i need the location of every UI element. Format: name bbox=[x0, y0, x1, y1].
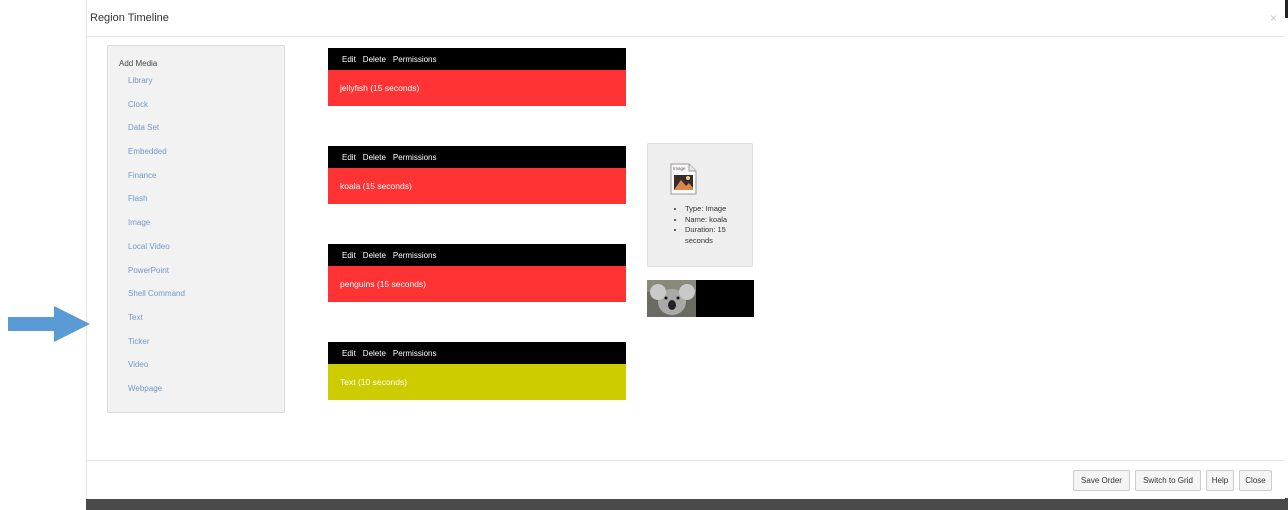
edit-button[interactable]: Edit bbox=[342, 349, 356, 358]
delete-button[interactable]: Delete bbox=[363, 251, 386, 260]
preview-name: Name: koala bbox=[685, 215, 743, 226]
koala-thumbnail bbox=[647, 280, 696, 317]
permissions-button[interactable]: Permissions bbox=[393, 251, 437, 260]
sidebar-item-clock[interactable]: Clock bbox=[128, 100, 185, 124]
arrow-shape bbox=[8, 306, 90, 342]
preview-details: Type: Image Name: koala Duration: 15 sec… bbox=[677, 204, 743, 246]
edit-button[interactable]: Edit bbox=[342, 251, 356, 260]
timeline-media-item: Edit Delete Permissions Text (10 seconds… bbox=[328, 342, 626, 400]
help-button[interactable]: Help bbox=[1206, 470, 1234, 491]
sidebar-item-local-video[interactable]: Local Video bbox=[128, 242, 185, 266]
sidebar-item-flash[interactable]: Flash bbox=[128, 194, 185, 218]
edit-button[interactable]: Edit bbox=[342, 153, 356, 162]
sidebar-item-text[interactable]: Text bbox=[128, 313, 185, 337]
preview-duration: Duration: 15 seconds bbox=[685, 225, 743, 246]
sidebar-item-shell-command[interactable]: Shell Command bbox=[128, 289, 185, 313]
modal-header: Region Timeline × bbox=[87, 0, 1285, 37]
sidebar-item-embedded[interactable]: Embedded bbox=[128, 147, 185, 171]
media-toolbar: Edit Delete Permissions bbox=[328, 48, 626, 70]
timeline-media-item: Edit Delete Permissions koala (15 second… bbox=[328, 146, 626, 204]
modal-footer: Save Order Switch to Grid Help Close bbox=[87, 460, 1285, 499]
image-icon-label: Image bbox=[673, 166, 686, 171]
sidebar-item-finance[interactable]: Finance bbox=[128, 171, 185, 195]
close-button[interactable]: Close bbox=[1239, 470, 1272, 491]
timeline-media-item: Edit Delete Permissions penguins (15 sec… bbox=[328, 244, 626, 302]
media-toolbar: Edit Delete Permissions bbox=[328, 342, 626, 364]
add-media-sidebar: Add Media Library Clock Data Set Embedde… bbox=[107, 45, 285, 413]
sidebar-item-library[interactable]: Library bbox=[128, 76, 185, 100]
media-toolbar: Edit Delete Permissions bbox=[328, 244, 626, 266]
permissions-button[interactable]: Permissions bbox=[393, 153, 437, 162]
sidebar-item-webpage[interactable]: Webpage bbox=[128, 384, 185, 408]
edit-button[interactable]: Edit bbox=[342, 55, 356, 64]
media-toolbar: Edit Delete Permissions bbox=[328, 146, 626, 168]
timeline-media-item: Edit Delete Permissions jellyfish (15 se… bbox=[328, 48, 626, 106]
sidebar-item-powerpoint[interactable]: PowerPoint bbox=[128, 266, 185, 290]
media-preview-card: Image Type: Image Name: koala Duration: … bbox=[647, 143, 753, 267]
close-icon[interactable]: × bbox=[1270, 11, 1277, 25]
sidebar-item-image[interactable]: Image bbox=[128, 218, 185, 242]
page-margin bbox=[0, 0, 86, 510]
media-body[interactable]: jellyfish (15 seconds) bbox=[328, 70, 626, 106]
media-body[interactable]: koala (15 seconds) bbox=[328, 168, 626, 204]
sidebar-item-video[interactable]: Video bbox=[128, 360, 185, 384]
media-body[interactable]: penguins (15 seconds) bbox=[328, 266, 626, 302]
region-timeline-modal: Region Timeline × Add Media Library Cloc… bbox=[86, 0, 1285, 499]
save-order-button[interactable]: Save Order bbox=[1073, 470, 1130, 491]
image-file-icon: Image bbox=[670, 163, 697, 195]
switch-to-grid-button[interactable]: Switch to Grid bbox=[1135, 470, 1201, 491]
permissions-button[interactable]: Permissions bbox=[393, 349, 437, 358]
sidebar-heading: Add Media bbox=[119, 59, 158, 68]
media-type-list: Library Clock Data Set Embedded Finance … bbox=[128, 76, 185, 408]
delete-button[interactable]: Delete bbox=[363, 153, 386, 162]
backdrop-shade bbox=[86, 498, 1288, 510]
permissions-button[interactable]: Permissions bbox=[393, 55, 437, 64]
modal-title: Region Timeline bbox=[90, 12, 169, 24]
delete-button[interactable]: Delete bbox=[363, 55, 386, 64]
preview-type: Type: Image bbox=[685, 204, 743, 215]
media-body[interactable]: Text (10 seconds) bbox=[328, 364, 626, 400]
sidebar-item-data-set[interactable]: Data Set bbox=[128, 123, 185, 147]
arrow-pointer-icon bbox=[8, 306, 90, 342]
media-thumbnail bbox=[647, 280, 754, 317]
sidebar-item-ticker[interactable]: Ticker bbox=[128, 337, 185, 361]
delete-button[interactable]: Delete bbox=[363, 349, 386, 358]
